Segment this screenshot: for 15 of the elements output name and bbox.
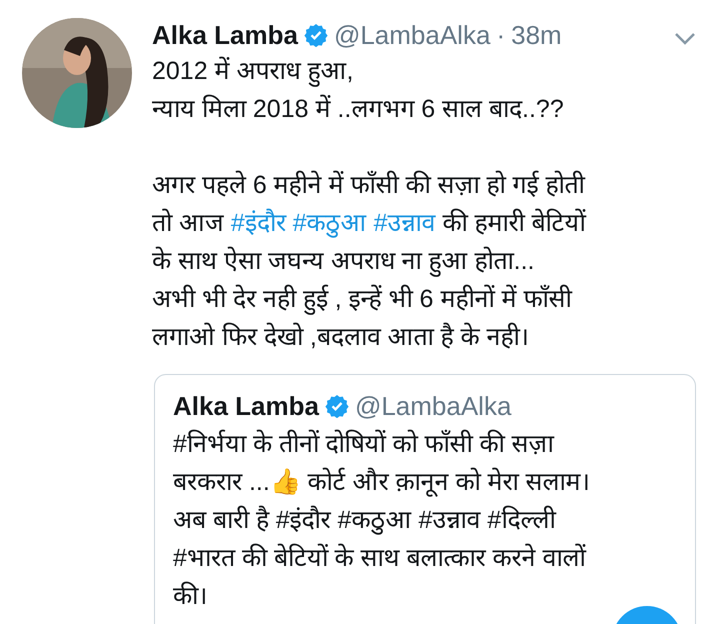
tweet-text: 2012 में अपराध हुआ, न्याय मिला 2018 में ..लगभग 6 साल बाद..?? bbox=[152, 56, 565, 125]
verified-badge-icon bbox=[324, 394, 349, 418]
author-name[interactable]: Alka Lamba bbox=[152, 18, 298, 52]
verified-badge-icon bbox=[304, 23, 328, 47]
caret-icon[interactable] bbox=[674, 32, 696, 46]
hashtag-link[interactable]: #कठुआ bbox=[292, 209, 367, 237]
author-handle[interactable]: @LambaAlka bbox=[334, 18, 490, 52]
hashtag-link[interactable]: #इंदौर bbox=[230, 209, 286, 237]
tweet-time[interactable]: 38m bbox=[511, 18, 562, 52]
hashtag-link[interactable]: #उन्नाव bbox=[374, 209, 436, 237]
tweet-text: अगर पहले 6 महीने में फाँसी की सज़ा हो गई होती तो आज #इंदौर #कठुआ #उन्नाव की हमारी बेटियों के साथ ऐसा जघन्य अपराध ना हुआ होता... अभी भी देर नही हुई , इन्हें भी 6 महीनों में फाँसी लगाओ फिर देखो ,बदलाव आता है के नही। bbox=[152, 170, 588, 353]
quoted-tweet-text: #निर्भया के तीनों दोषियों को फाँसी की सज़ा बरकरार ...👍 कोर्ट और क़ानून को मेरा सलाम। अब बारी है #इंदौर #कठुआ #उन्नाव #दिल्ली #भारत की बेटियों के साथ बलात्कार करने वालों की। bbox=[173, 428, 590, 612]
author-handle[interactable]: @LambaAlka bbox=[354, 389, 512, 423]
separator-dot: · bbox=[496, 19, 506, 52]
author-name[interactable]: Alka Lamba bbox=[173, 389, 319, 423]
